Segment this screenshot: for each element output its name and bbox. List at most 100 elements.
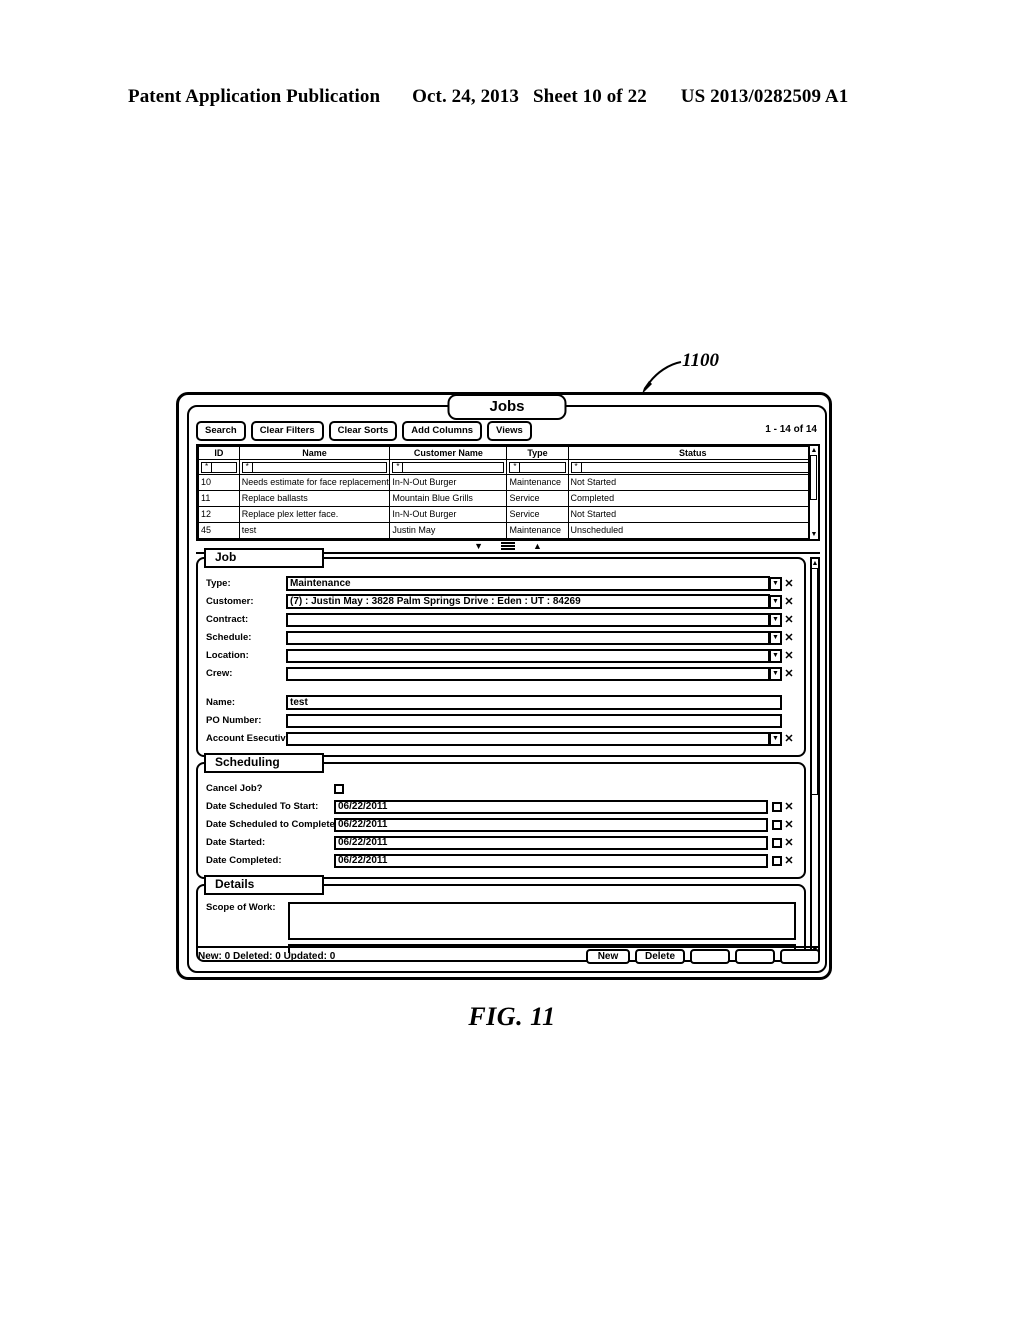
cell-type: Maintenance — [506, 474, 569, 491]
filter-operator-icon[interactable]: * — [201, 461, 212, 473]
column-header-customer-name[interactable]: Customer Name — [389, 446, 508, 460]
chevron-down-icon[interactable]: ▼ — [770, 630, 782, 645]
filter-operator-icon[interactable]: * — [241, 461, 253, 473]
calendar-icon[interactable] — [772, 801, 782, 812]
filter-input-customer-name[interactable] — [403, 461, 505, 473]
table-row[interactable]: 11 Replace ballasts Mountain Blue Grills… — [198, 490, 819, 507]
new-record-button[interactable]: New — [585, 949, 630, 964]
date-scheduled-to-complete-label: Date Scheduled to Complete: — [206, 819, 338, 830]
field-row-scope-of-work: Scope of Work: — [206, 902, 796, 940]
chevron-down-icon[interactable]: ▼ — [770, 576, 782, 591]
patent-page-header: Patent Application Publication Oct. 24, … — [128, 86, 896, 108]
clear-icon[interactable]: ✕ — [782, 733, 796, 745]
calendar-icon[interactable] — [772, 819, 782, 830]
add-columns-button[interactable]: Add Columns — [402, 421, 483, 441]
scroll-up-icon[interactable]: ▲ — [809, 446, 819, 455]
customer-input[interactable]: (7) : Justin May : 3828 Palm Springs Dri… — [286, 594, 770, 609]
unlabeled-button-2[interactable] — [735, 949, 775, 964]
expand-up-icon[interactable]: ▲ — [533, 541, 542, 551]
cell-name: test — [238, 522, 391, 539]
table-row[interactable]: 12 Replace plex letter face. In-N-Out Bu… — [198, 506, 819, 523]
clear-icon[interactable]: ✕ — [782, 801, 796, 813]
chevron-down-icon[interactable]: ▼ — [770, 731, 782, 746]
scrollbar-track[interactable] — [810, 568, 820, 946]
clear-sorts-button[interactable]: Clear Sorts — [328, 421, 398, 441]
delete-record-button[interactable]: Delete — [634, 949, 685, 964]
contract-label: Contract: — [206, 614, 249, 625]
filter-cell-type: * — [506, 459, 569, 475]
table-row[interactable]: 10 Needs estimate for face replacement I… — [198, 474, 819, 491]
filter-input-type[interactable] — [520, 461, 566, 473]
calendar-icon[interactable] — [772, 837, 782, 848]
field-row-date-started: Date Started: 06/22/2011 ✕ — [206, 834, 796, 851]
location-input[interactable] — [286, 648, 770, 663]
window-title: Jobs — [447, 394, 567, 420]
filter-operator-icon[interactable]: * — [392, 461, 404, 473]
scrollbar-track[interactable] — [809, 455, 819, 530]
filter-input-id[interactable] — [212, 461, 237, 473]
column-header-id[interactable]: ID — [198, 446, 240, 460]
figure-caption: FIG. 11 — [468, 1002, 556, 1031]
jobs-grid: ID Name Customer Name Type Status * * * … — [196, 444, 820, 541]
scroll-up-icon[interactable]: ▲ — [810, 559, 820, 568]
scrollbar-thumb[interactable] — [811, 568, 818, 795]
cell-status: Completed — [567, 490, 819, 507]
clear-icon[interactable]: ✕ — [782, 596, 796, 608]
clear-icon[interactable]: ✕ — [782, 668, 796, 680]
column-header-status[interactable]: Status — [567, 446, 819, 460]
chevron-down-icon[interactable]: ▼ — [770, 612, 782, 627]
type-input[interactable]: Maintenance — [286, 576, 770, 591]
chevron-down-icon[interactable]: ▼ — [770, 594, 782, 609]
clear-icon[interactable]: ✕ — [782, 819, 796, 831]
filter-input-status[interactable] — [581, 461, 815, 473]
publication-date: Oct. 24, 2013 — [412, 86, 519, 107]
application-window: Jobs Search Clear Filters Clear Sorts Ad… — [176, 392, 832, 980]
filter-operator-icon[interactable]: * — [509, 461, 521, 473]
calendar-icon[interactable] — [772, 855, 782, 866]
account-executive-input[interactable] — [286, 731, 770, 746]
scroll-down-icon[interactable]: ▼ — [809, 530, 819, 539]
detail-vertical-scrollbar[interactable]: ▲ ▼ — [810, 557, 820, 957]
toolbar: Search Clear Filters Clear Sorts Add Col… — [196, 421, 820, 441]
table-row[interactable]: 45 test Justin May Maintenance Unschedul… — [198, 522, 819, 539]
unlabeled-button-3[interactable] — [780, 949, 820, 964]
cell-id: 10 — [198, 474, 240, 491]
date-completed-label: Date Completed: — [206, 855, 282, 866]
scope-of-work-textarea[interactable] — [288, 902, 796, 940]
clear-icon[interactable]: ✕ — [782, 855, 796, 867]
contract-input[interactable] — [286, 612, 770, 627]
filter-operator-icon[interactable]: * — [570, 461, 582, 473]
crew-input[interactable] — [286, 666, 770, 681]
filter-input-name[interactable] — [252, 461, 388, 473]
clear-icon[interactable]: ✕ — [782, 614, 796, 626]
clear-icon[interactable]: ✕ — [782, 650, 796, 662]
schedule-input[interactable] — [286, 630, 770, 645]
grid-vertical-scrollbar[interactable]: ▲ ▼ — [808, 446, 818, 539]
clear-icon[interactable]: ✕ — [782, 837, 796, 849]
unlabeled-button-1[interactable] — [690, 949, 730, 964]
date-completed-input[interactable]: 06/22/2011 — [334, 853, 768, 868]
search-button[interactable]: Search — [196, 421, 246, 441]
publication-label: Patent Application Publication — [128, 86, 381, 107]
date-started-input[interactable]: 06/22/2011 — [334, 835, 768, 850]
name-label: Name: — [206, 697, 236, 708]
cancel-job-checkbox[interactable] — [334, 783, 344, 794]
po-number-input[interactable] — [286, 713, 782, 728]
chevron-down-icon[interactable]: ▼ — [770, 666, 782, 681]
scrollbar-thumb[interactable] — [810, 455, 817, 500]
grip-lines-icon[interactable] — [501, 542, 515, 550]
clear-icon[interactable]: ✕ — [782, 632, 796, 644]
date-scheduled-to-complete-input[interactable]: 06/22/2011 — [334, 817, 768, 832]
chevron-down-icon[interactable]: ▼ — [770, 648, 782, 663]
collapse-down-icon[interactable]: ▼ — [474, 541, 483, 551]
column-header-name[interactable]: Name — [238, 446, 391, 460]
field-row-date-completed: Date Completed: 06/22/2011 ✕ — [206, 852, 796, 869]
field-row-crew: Crew: ▼ ✕ — [206, 665, 796, 682]
column-header-type[interactable]: Type — [506, 446, 569, 460]
date-scheduled-to-start-input[interactable]: 06/22/2011 — [334, 799, 768, 814]
views-button[interactable]: Views — [487, 421, 532, 441]
name-input[interactable]: test — [286, 695, 782, 710]
clear-icon[interactable]: ✕ — [782, 578, 796, 590]
filter-cell-status: * — [567, 459, 819, 475]
clear-filters-button[interactable]: Clear Filters — [250, 421, 324, 441]
